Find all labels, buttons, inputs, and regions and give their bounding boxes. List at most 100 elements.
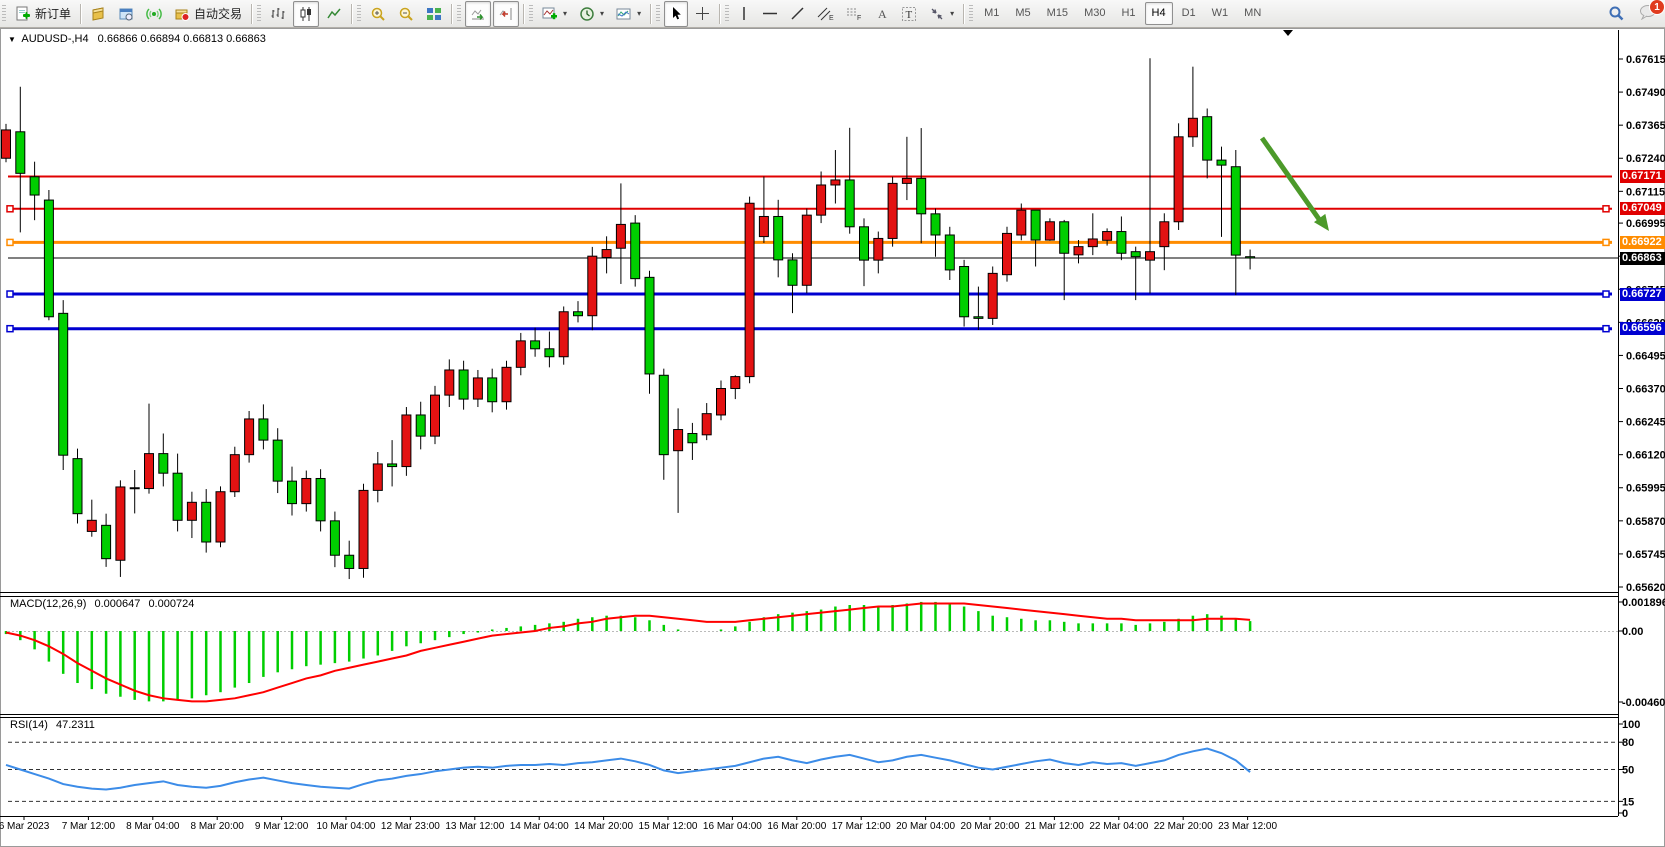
tf-button-M30[interactable]: M30 <box>1077 2 1112 25</box>
axis-badge-0.66596: 0.66596 <box>1620 322 1665 335</box>
tile-windows-button[interactable] <box>421 1 447 27</box>
svg-text:0.00: 0.00 <box>1622 626 1643 638</box>
tf-button-M1[interactable]: M1 <box>977 2 1006 25</box>
zoom-in-button[interactable] <box>365 1 391 27</box>
svg-text:-0.004606: -0.004606 <box>1622 697 1665 709</box>
tf-button-H1[interactable]: H1 <box>1114 2 1142 25</box>
autotrading-label: 自动交易 <box>194 5 242 22</box>
indicators-button[interactable]: ▾ <box>537 1 572 27</box>
candlestick-chart-button[interactable] <box>293 1 319 27</box>
axis-badge-0.67049: 0.67049 <box>1620 202 1665 215</box>
svg-text:0.001896: 0.001896 <box>1622 597 1665 609</box>
autotrading-button[interactable]: 自动交易 <box>169 1 247 27</box>
chart-shift-icon <box>498 6 514 22</box>
bar-chart-icon <box>270 6 286 22</box>
chart-symbol-label: AUDUSD-,H4 <box>21 33 88 45</box>
line-chart-button[interactable] <box>321 1 347 27</box>
text-label-icon: T <box>901 6 917 22</box>
date-label: 14 Mar 20:00 <box>574 821 633 832</box>
templates-button[interactable]: ▾ <box>611 1 646 27</box>
equidistant-channel-button[interactable]: E <box>812 1 839 27</box>
price-tick: 0.66495 <box>1626 350 1665 362</box>
macd-name: MACD(12,26,9) <box>10 598 86 610</box>
arrows-icon <box>929 6 945 22</box>
navigator-button[interactable] <box>113 1 139 27</box>
horizontal-line-button[interactable] <box>757 1 783 27</box>
tf-button-MN[interactable]: MN <box>1237 2 1268 25</box>
mt4-terminal: { "toolbar": { "new_order_label": "新订单",… <box>0 0 1665 846</box>
date-label: 8 Mar 20:00 <box>191 821 245 832</box>
market-watch-icon <box>90 6 106 22</box>
svg-text:80: 80 <box>1622 737 1634 749</box>
auto-scroll-button[interactable] <box>465 1 491 27</box>
chart-shift-button[interactable] <box>493 1 519 27</box>
date-label: 21 Mar 12:00 <box>1025 821 1084 832</box>
new-order-label: 新订单 <box>35 5 71 22</box>
text-label-button[interactable]: T <box>896 1 922 27</box>
axis-badge-0.67171: 0.67171 <box>1620 170 1665 183</box>
vertical-line-icon <box>738 6 750 21</box>
date-label: 7 Mar 12:00 <box>62 821 116 832</box>
crosshair-icon <box>695 6 710 21</box>
trendline-button[interactable] <box>785 1 810 27</box>
text-button[interactable]: A <box>870 1 894 27</box>
tf-button-D1[interactable]: D1 <box>1175 2 1203 25</box>
toolbar-grip[interactable] <box>2 5 6 23</box>
data-signal-button[interactable] <box>141 1 167 27</box>
svg-text:0: 0 <box>1622 808 1628 820</box>
tf-button-M15[interactable]: M15 <box>1040 2 1075 25</box>
svg-text:100: 100 <box>1622 719 1640 731</box>
fibonacci-button[interactable]: F <box>841 1 868 27</box>
periods-button[interactable]: ▾ <box>574 1 609 27</box>
tf-button-M5[interactable]: M5 <box>1008 2 1037 25</box>
price-tick: 0.67490 <box>1626 87 1665 99</box>
arrows-button[interactable]: ▾ <box>924 1 959 27</box>
tf-button-W1[interactable]: W1 <box>1205 2 1236 25</box>
axis-badge-0.66922: 0.66922 <box>1620 236 1665 249</box>
price-tick: 0.66120 <box>1626 450 1665 462</box>
autotrading-icon <box>174 6 190 22</box>
trendline-icon <box>790 6 805 21</box>
rsi-value: 47.2311 <box>56 719 95 731</box>
line-chart-icon <box>326 6 342 22</box>
bar-chart-button[interactable] <box>265 1 291 27</box>
date-label: 10 Mar 04:00 <box>317 821 376 832</box>
macd-label: MACD(12,26,9) 0.000647 0.000724 <box>10 598 194 610</box>
search-icon <box>1608 5 1625 22</box>
svg-text:F: F <box>857 15 861 22</box>
crosshair-button[interactable] <box>690 1 715 27</box>
market-watch-button[interactable] <box>85 1 111 27</box>
date-label: 9 Mar 12:00 <box>255 821 309 832</box>
text-icon: A <box>875 6 889 21</box>
cursor-button[interactable] <box>664 1 688 27</box>
level-lines[interactable] <box>7 177 1618 332</box>
indicators-caret: ▾ <box>563 9 567 18</box>
arrow-annotation[interactable] <box>1262 138 1329 231</box>
price-tick: 0.65870 <box>1626 516 1665 528</box>
vertical-line-button[interactable] <box>733 1 755 27</box>
main-toolbar: 新订单 自动交易 <box>0 0 1665 28</box>
timeframe-group: M1M5M15M30H1H4D1W1MN <box>976 0 1269 27</box>
tf-button-H4[interactable]: H4 <box>1145 2 1173 25</box>
new-order-button[interactable]: 新订单 <box>10 1 76 27</box>
macd-value: 0.000647 <box>94 598 140 610</box>
zoom-out-button[interactable] <box>393 1 419 27</box>
price-tick: 0.67365 <box>1626 120 1665 132</box>
price-tick: 0.67115 <box>1626 186 1665 198</box>
axis-badge-0.66863: 0.66863 <box>1620 252 1665 265</box>
chart-title: ▼ AUDUSD-,H4 0.66866 0.66894 0.66813 0.6… <box>8 33 266 45</box>
svg-text:A: A <box>878 7 887 21</box>
rsi-label: RSI(14) 47.2311 <box>10 719 95 731</box>
date-label: 17 Mar 12:00 <box>832 821 891 832</box>
price-tick: 0.66995 <box>1626 218 1665 230</box>
notification-count-badge: 1 <box>1649 0 1665 15</box>
search-button[interactable] <box>1603 1 1630 27</box>
notifications-button[interactable]: 1 <box>1639 4 1657 23</box>
cursor-icon <box>669 6 683 21</box>
date-label: 8 Mar 04:00 <box>126 821 180 832</box>
date-label: 20 Mar 20:00 <box>961 821 1020 832</box>
chart-shift-marker[interactable] <box>1283 30 1293 36</box>
chart-canvas[interactable]: 0.676150.674900.673650.672400.671150.669… <box>0 0 1665 846</box>
date-label: 14 Mar 04:00 <box>510 821 569 832</box>
date-label: 16 Mar 04:00 <box>703 821 762 832</box>
